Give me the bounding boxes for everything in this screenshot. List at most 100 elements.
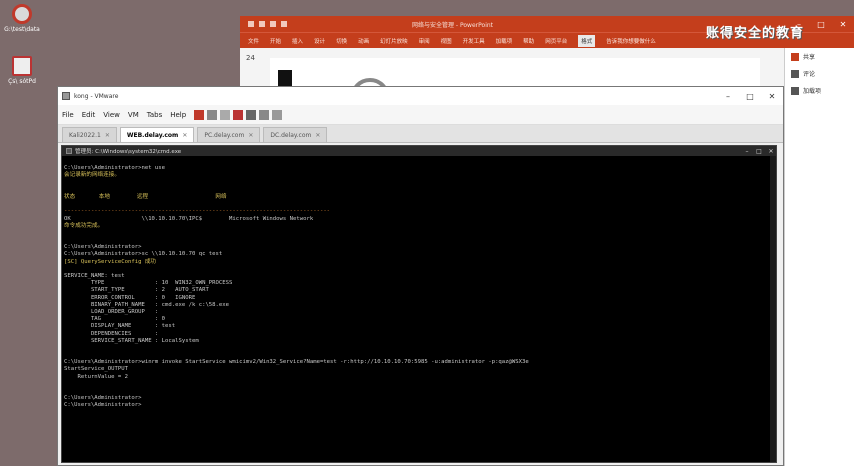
- ribbon-tab-file[interactable]: 文件: [248, 37, 259, 45]
- console-titlebar: 管理员: C:\Windows\system32\cmd.exe – □ ✕: [62, 146, 776, 156]
- console-scrollbar[interactable]: [770, 156, 776, 462]
- vmware-logo-icon: [62, 92, 70, 100]
- menu-view[interactable]: View: [103, 111, 120, 119]
- console-line: C:\Users\Administrator>: [64, 402, 142, 409]
- console-line: C:\Users\Administrator>: [64, 395, 142, 402]
- watermark-brand: 账得安全的教育: [705, 26, 804, 41]
- revert-icon[interactable]: [220, 109, 231, 120]
- menu-tabs[interactable]: Tabs: [147, 111, 163, 119]
- ribbon-tab-addins[interactable]: 加载项: [496, 37, 513, 45]
- addins-label: 加载项: [803, 88, 822, 95]
- console-title: 管理员: C:\Windows\system32\cmd.exe: [75, 149, 182, 155]
- ribbon-tab-format[interactable]: 格式: [578, 34, 596, 47]
- menu-edit[interactable]: Edit: [82, 111, 96, 119]
- console-line: ----------------------------------------…: [64, 208, 331, 215]
- cmd-console-window[interactable]: 管理员: C:\Windows\system32\cmd.exe – □ ✕ C…: [61, 145, 777, 463]
- console-line: DEPENDENCIES :: [64, 330, 159, 337]
- console-line: 会记录新的网络连接。: [64, 172, 120, 179]
- console-line: TAG : 0: [64, 316, 166, 323]
- comment-label: 评论: [803, 71, 816, 78]
- power-icon[interactable]: [194, 109, 205, 120]
- ribbon-tab-help[interactable]: 帮助: [523, 37, 534, 45]
- snapshot-icon[interactable]: [207, 109, 218, 120]
- ribbon-search[interactable]: 告诉我你想要做什么: [606, 37, 656, 45]
- close-tab-icon[interactable]: ✕: [105, 132, 110, 139]
- addins-button[interactable]: 加载项: [785, 82, 854, 99]
- desktop-icon-label: G:\test\data: [4, 26, 40, 33]
- ribbon-tab-animations[interactable]: 动画: [358, 37, 369, 45]
- ribbon-tab-home[interactable]: 开始: [270, 37, 281, 45]
- console-view-icon[interactable]: [272, 109, 283, 120]
- ribbon-tab-web[interactable]: 网页平台: [545, 37, 567, 45]
- close-icon[interactable]: ✕: [761, 92, 783, 101]
- ribbon-tab-design[interactable]: 设计: [314, 37, 325, 45]
- ppt-document-title: 网络与安全管理 - PowerPoint: [412, 21, 494, 29]
- tab-dc[interactable]: DC.delay.com ✕: [263, 127, 328, 142]
- console-line: 命令成功完成。: [64, 222, 104, 229]
- comment-icon: [791, 69, 799, 78]
- ribbon-tab-slideshow[interactable]: 幻灯片放映: [380, 37, 408, 45]
- desktop-icon-1[interactable]: G:\test\data: [2, 4, 42, 33]
- console-line: C:\Users\Administrator>sc \\10.10.10.70 …: [64, 251, 223, 258]
- console-line: C:\Users\Administrator>: [64, 244, 142, 251]
- console-line: START_TYPE : 2 AUTO_START: [64, 287, 209, 294]
- tab-kali[interactable]: Kali2022.1 ✕: [62, 127, 117, 142]
- desktop-icon-2[interactable]: Çs\ sótPd: [2, 56, 42, 85]
- close-tab-icon[interactable]: ✕: [248, 132, 253, 139]
- redo-icon[interactable]: [270, 21, 276, 27]
- unity-icon[interactable]: [259, 109, 270, 120]
- share-label: 共享: [803, 54, 816, 61]
- console-line: StartService_OUTPUT: [64, 366, 128, 373]
- menu-vm[interactable]: VM: [128, 111, 139, 119]
- menu-file[interactable]: File: [62, 111, 74, 119]
- tab-pc[interactable]: PC.delay.com ✕: [197, 127, 261, 142]
- ribbon-tab-transitions[interactable]: 切换: [336, 37, 347, 45]
- vm-tabbar: Kali2022.1 ✕ WEB.delay.com ✕ PC.delay.co…: [58, 125, 783, 143]
- desktop-icon-label: Çs\ sótPd: [8, 78, 36, 85]
- share-button[interactable]: 共享: [785, 48, 854, 65]
- console-line: 状态 本地 远程 网络: [64, 193, 227, 200]
- minimize-icon[interactable]: –: [717, 92, 739, 101]
- vm-menubar: File Edit View VM Tabs Help: [58, 105, 783, 125]
- cmd-icon: [66, 148, 72, 154]
- app-icon: [12, 56, 32, 76]
- console-line: TYPE : 10 WIN32_OWN_PROCESS: [64, 280, 233, 287]
- close-tab-icon[interactable]: ✕: [182, 132, 187, 139]
- maximize-icon[interactable]: □: [739, 92, 761, 101]
- tab-label: DC.delay.com: [270, 131, 312, 139]
- tab-web[interactable]: WEB.delay.com ✕: [119, 127, 195, 142]
- menu-help[interactable]: Help: [170, 111, 186, 119]
- close-tab-icon[interactable]: ✕: [315, 132, 320, 139]
- ribbon-tab-view[interactable]: 视图: [441, 37, 452, 45]
- console-line: ERROR_CONTROL : 0 IGNORE: [64, 294, 196, 301]
- ribbon-tab-review[interactable]: 审阅: [419, 37, 430, 45]
- minimize-icon[interactable]: –: [742, 148, 752, 155]
- fullscreen-icon[interactable]: [246, 109, 257, 120]
- ribbon-tab-developer[interactable]: 开发工具: [463, 37, 485, 45]
- undo-icon[interactable]: [259, 21, 265, 27]
- tab-label: Kali2022.1: [69, 131, 101, 139]
- ribbon-tab-insert[interactable]: 插入: [292, 37, 303, 45]
- maximize-icon[interactable]: □: [810, 20, 832, 29]
- present-icon[interactable]: [281, 21, 287, 27]
- console-output[interactable]: C:\Users\Administrator>net use 会记录新的网络连接。…: [64, 158, 774, 460]
- record-icon[interactable]: [233, 109, 244, 120]
- close-icon[interactable]: ✕: [766, 148, 776, 155]
- console-line: BINARY_PATH_NAME : cmd.exe /k c:\58.exe: [64, 301, 230, 308]
- console-line: C:\Users\Administrator>winrm invoke Star…: [64, 359, 529, 366]
- addins-icon: [791, 86, 799, 95]
- save-icon[interactable]: [248, 21, 254, 27]
- tab-label: PC.delay.com: [204, 131, 245, 139]
- close-icon[interactable]: ✕: [832, 20, 854, 29]
- console-line: ReturnValue = 2: [64, 373, 128, 380]
- comment-button[interactable]: 评论: [785, 65, 854, 82]
- vmware-window[interactable]: kong - VMware – □ ✕ File Edit View VM Ta…: [57, 86, 784, 466]
- maximize-icon[interactable]: □: [754, 148, 764, 155]
- console-line: LOAD_ORDER_GROUP :: [64, 308, 159, 315]
